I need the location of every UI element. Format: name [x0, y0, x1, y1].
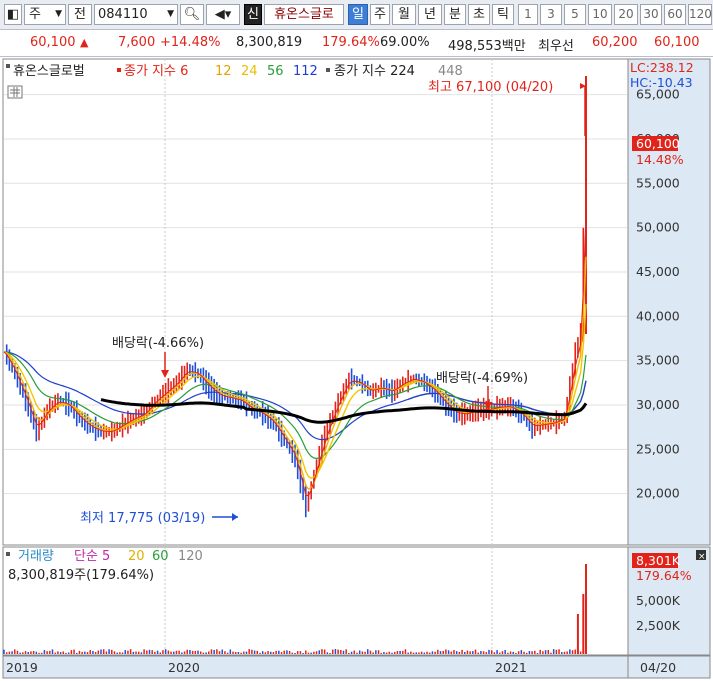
volume-legend-ma5: 단순 5: [74, 549, 110, 564]
volume-tick-5000k: 5,000K: [636, 593, 681, 608]
chevron-down-icon: ▼: [55, 9, 62, 19]
period-second-button[interactable]: 초: [468, 4, 490, 25]
period-day-button[interactable]: 일: [348, 4, 368, 25]
interval-10-button[interactable]: 10: [588, 4, 612, 25]
low-note: 최저 17,775 (03/19): [80, 511, 205, 526]
price-tick-label: 20,000: [636, 486, 680, 501]
chevron-down-icon: ▼: [167, 9, 174, 19]
price-chart[interactable]: 최고 67,100 (04/20) 최저 17,775 (03/19) 배당락(…: [0, 58, 713, 681]
x-label-2020: 2020: [168, 660, 200, 675]
period-tick-button[interactable]: 틱: [492, 4, 514, 25]
legend-ma24: 24: [241, 64, 258, 79]
price-tick-label: 45,000: [636, 264, 680, 279]
close-glyph: ×: [698, 552, 706, 562]
volume-tag-pct: 179.64%: [636, 568, 692, 583]
current-price-tag-value: 60,100: [636, 136, 680, 151]
best-bid-1: 60,200: [592, 35, 638, 50]
current-price: 60,100: [30, 35, 76, 50]
table-toggle-icon[interactable]: [7, 85, 23, 99]
lc-value: LC:238.12: [630, 60, 694, 75]
new-tag: 신: [244, 4, 262, 25]
stock-code-value: 084110: [98, 7, 148, 22]
best-bid-label: 최우선: [538, 39, 574, 54]
dividend-note-1: 배당락(-4.66%): [112, 336, 204, 351]
volume-text: 8,300,819주(179.64%): [8, 568, 154, 583]
legend-ma56: 56: [267, 64, 284, 79]
volume-legend-ma20: 20: [128, 549, 145, 564]
price-tick-label: 35,000: [636, 353, 680, 368]
legend-bullet-icon: [326, 68, 330, 72]
toolbar: ◧ 주 ▼ 전 084110 ▼ 🔍︎ ◀▾ 신 휴온스글로 일 주 월 년 분 초…: [0, 0, 713, 30]
period-year-button[interactable]: 년: [418, 4, 442, 25]
volume-legend-ma120: 120: [178, 549, 203, 564]
price-tick-label: 65,000: [636, 87, 680, 102]
legend-ma6: 종가 지수 6: [124, 64, 188, 79]
current-price-tag-pct: 14.48%: [636, 152, 684, 167]
stock-code-input[interactable]: 084110 ▼: [94, 4, 178, 25]
price-tick-label: 30,000: [636, 397, 680, 412]
legend-ma112: 112: [293, 64, 318, 79]
legend-bullet-icon: [6, 64, 10, 68]
interval-3-button[interactable]: 3: [540, 4, 562, 25]
interval-30-button[interactable]: 30: [640, 4, 662, 25]
price-change: 7,600: [118, 35, 156, 50]
trade-amount: 498,553백만: [448, 39, 526, 54]
legend-ma448: 448: [438, 64, 463, 79]
price-tick-label: 40,000: [636, 308, 680, 323]
x-label-2021: 2021: [495, 660, 527, 675]
period-week-button[interactable]: 주: [370, 4, 390, 25]
interval-60-button[interactable]: 60: [664, 4, 686, 25]
volume-tick-2500k: 2,500K: [636, 618, 681, 633]
legend-stock: 휴온스글로벌: [13, 64, 85, 79]
chart-menu-icon[interactable]: ◧: [4, 4, 22, 25]
x-label-2019: 2019: [6, 660, 38, 675]
sound-icon[interactable]: ◀▾: [206, 4, 240, 25]
high-note: 최고 67,100 (04/20): [428, 80, 553, 95]
legend-ma224: 종가 지수 224: [334, 64, 415, 79]
best-bid-2: 60,100: [654, 35, 700, 50]
price-tick-label: 55,000: [636, 175, 680, 190]
volume-value: 8,300,819: [236, 35, 303, 50]
volume-tag-value: 8,301K: [636, 553, 681, 568]
price-tick-label: 50,000: [636, 220, 680, 235]
legend-ma12: 12: [215, 64, 232, 79]
type-select[interactable]: 주 ▼: [24, 4, 66, 25]
price-change-pct: +14.48%: [160, 35, 221, 50]
time-axis: [2, 655, 629, 679]
volume-pct: 179.64%: [322, 35, 380, 50]
price-panel: [2, 58, 629, 546]
legend-bullet-icon: [117, 68, 121, 72]
stock-name[interactable]: 휴온스글로: [264, 4, 344, 25]
volume-legend-label: 거래량: [18, 549, 54, 564]
quote-info-bar: 60,100 ▲ 7,600 +14.48% 8,300,819 179.64%…: [0, 31, 713, 57]
interval-20-button[interactable]: 20: [614, 4, 638, 25]
x-label-last: 04/20: [640, 660, 676, 675]
search-icon[interactable]: 🔍︎: [180, 4, 204, 25]
up-arrow-icon: ▲: [80, 36, 89, 49]
ratio-value: 69.00%: [380, 35, 430, 50]
price-tick-label: 25,000: [636, 441, 680, 456]
volume-legend-ma60: 60: [152, 549, 169, 564]
period-month-button[interactable]: 월: [392, 4, 416, 25]
interval-120-button[interactable]: 120: [688, 4, 712, 25]
interval-1-button[interactable]: 1: [518, 4, 538, 25]
prev-button[interactable]: 전: [68, 4, 92, 25]
type-select-label: 주: [29, 7, 41, 22]
legend-bullet-icon: [6, 552, 10, 556]
period-minute-button[interactable]: 분: [444, 4, 466, 25]
dividend-note-2: 배당락(-4.69%): [436, 371, 528, 386]
interval-5-button[interactable]: 5: [564, 4, 586, 25]
